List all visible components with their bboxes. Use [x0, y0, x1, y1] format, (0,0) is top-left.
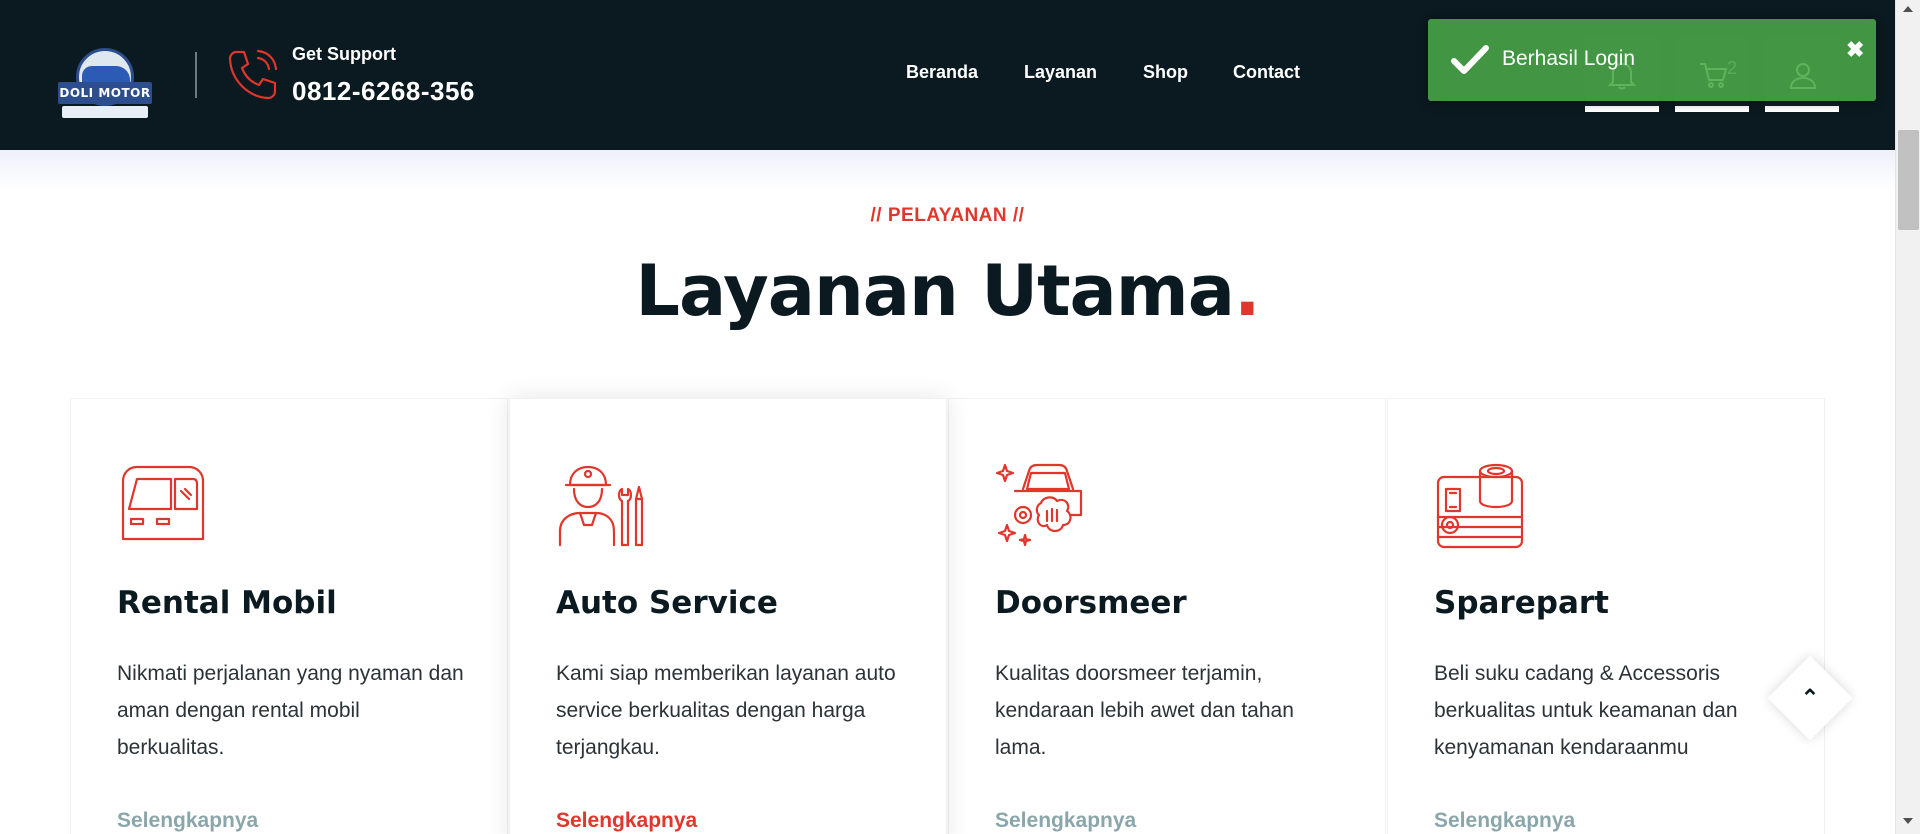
- check-icon: [1451, 45, 1489, 74]
- service-card-auto-service[interactable]: Auto Service Kami siap memberikan layana…: [509, 398, 947, 834]
- service-title: Rental Mobil: [117, 585, 337, 621]
- sparepart-icon: [1434, 459, 1524, 549]
- car-door-icon: [117, 459, 207, 549]
- logo-subline: [62, 106, 148, 118]
- service-more-link[interactable]: Selengkapnya: [1434, 809, 1575, 833]
- service-card-rental-mobil[interactable]: Rental Mobil Nikmati perjalanan yang nya…: [70, 398, 508, 834]
- scroll-up-arrow[interactable]: [1903, 6, 1913, 12]
- scroll-down-arrow[interactable]: [1903, 818, 1913, 824]
- service-card-doorsmeer[interactable]: Doorsmeer Kualitas doorsmeer terjamin, k…: [948, 398, 1386, 834]
- toast-message: Berhasil Login: [1502, 47, 1636, 70]
- nav-item-layanan[interactable]: Layanan: [1024, 62, 1097, 83]
- section-eyebrow: // PELAYANAN //: [870, 205, 1025, 226]
- logo-text: DOLI MOTOR: [58, 82, 152, 104]
- nav-item-contact[interactable]: Contact: [1233, 62, 1300, 83]
- section-title-text: Layanan Utama: [635, 250, 1235, 332]
- car-wash-icon: [995, 459, 1085, 549]
- service-description: Nikmati perjalanan yang nyaman dan aman …: [117, 662, 464, 759]
- service-description: Beli suku cadang & Accessoris berkualita…: [1434, 662, 1738, 759]
- close-icon[interactable]: ✖: [1846, 37, 1864, 63]
- site-logo[interactable]: DOLI MOTOR: [58, 48, 152, 118]
- nav-item-shop[interactable]: Shop: [1143, 62, 1188, 83]
- service-more-link[interactable]: Selengkapnya: [556, 809, 697, 833]
- service-description: Kami siap memberikan layanan auto servic…: [556, 662, 896, 759]
- section-title: Layanan Utama.: [0, 250, 1895, 332]
- scroll-thumb[interactable]: [1898, 130, 1919, 230]
- service-title: Doorsmeer: [995, 585, 1187, 621]
- mechanic-icon: [556, 459, 646, 549]
- services-grid: Rental Mobil Nikmati perjalanan yang nya…: [70, 398, 1825, 834]
- page-scrollbar[interactable]: [1895, 0, 1920, 834]
- nav-item-beranda[interactable]: Beranda: [906, 62, 978, 83]
- section-title-dot: .: [1233, 250, 1261, 332]
- service-more-link[interactable]: Selengkapnya: [995, 809, 1136, 833]
- support-phone-number[interactable]: 0812-6268-356: [292, 76, 475, 107]
- phone-icon: [222, 44, 282, 104]
- service-more-link[interactable]: Selengkapnya: [117, 809, 258, 833]
- header-shadow: [0, 150, 1895, 190]
- service-title: Auto Service: [556, 585, 778, 621]
- login-success-toast: Berhasil Login ✖: [1428, 19, 1876, 101]
- support-label: Get Support: [292, 44, 396, 64]
- service-title: Sparepart: [1434, 585, 1609, 621]
- header-divider: [195, 52, 197, 98]
- service-card-sparepart[interactable]: Sparepart Beli suku cadang & Accessoris …: [1387, 398, 1825, 834]
- service-description: Kualitas doorsmeer terjamin, kendaraan l…: [995, 662, 1294, 759]
